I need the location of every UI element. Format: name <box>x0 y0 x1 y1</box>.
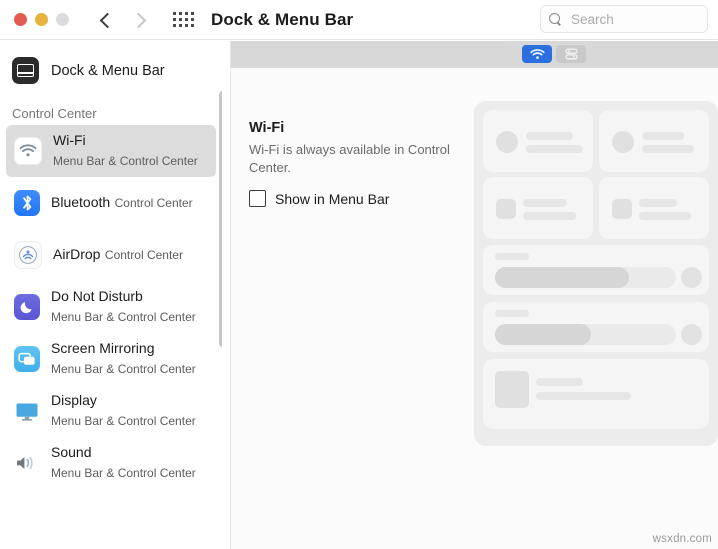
sidebar-header-label: Dock & Menu Bar <box>51 62 165 79</box>
sidebar-item-text: AirDrop Control Center <box>53 245 183 265</box>
sidebar-item-label: Wi-Fi <box>53 132 86 148</box>
preview-text-bar <box>639 199 677 207</box>
navigation-buttons <box>99 11 147 29</box>
preview-text-bar <box>639 212 691 220</box>
dock-menu-bar-icon <box>12 57 39 84</box>
show-in-menu-bar-label: Show in Menu Bar <box>275 190 390 207</box>
sidebar-item-sound[interactable]: Sound Menu Bar & Control Center <box>6 437 216 489</box>
sidebar-header: Dock & Menu Bar <box>0 41 222 84</box>
grid-icon[interactable] <box>173 11 194 28</box>
sidebar-item-sublabel: Control Center <box>104 248 183 262</box>
preview-text-bar <box>536 378 583 386</box>
sidebar-item-text: Wi-Fi Menu Bar & Control Center <box>53 131 216 171</box>
sidebar-scrollbar[interactable] <box>219 91 222 347</box>
sidebar-item-do-not-disturb[interactable]: Do Not Disturb Menu Bar & Control Center <box>6 281 216 333</box>
menu-bar-control-center-chip[interactable] <box>556 45 586 63</box>
back-chevron-icon[interactable] <box>99 11 115 29</box>
sidebar: Dock & Menu Bar Control Center Wi-Fi Men… <box>0 41 222 549</box>
search-input[interactable] <box>569 10 693 28</box>
sidebar-item-text: Do Not Disturb Menu Bar & Control Center <box>51 287 216 327</box>
preview-slider-fill <box>495 324 591 345</box>
sidebar-item-text: Display Menu Bar & Control Center <box>51 391 216 431</box>
zoom-button[interactable] <box>56 13 69 26</box>
sidebar-item-sublabel: Menu Bar & Control Center <box>53 154 198 168</box>
sidebar-item-sublabel: Menu Bar & Control Center <box>51 414 196 428</box>
preview-avatar <box>496 131 518 153</box>
preview-text-bar <box>495 310 529 317</box>
preview-text-bar <box>642 145 694 153</box>
preview-slider-fill <box>495 267 629 288</box>
display-icon <box>14 398 40 424</box>
sidebar-item-label: Sound <box>51 444 92 460</box>
minimize-button[interactable] <box>35 13 48 26</box>
preview-text-bar <box>523 212 576 220</box>
main-panel: Wi-Fi Wi-Fi is always available in Contr… <box>231 41 718 549</box>
sidebar-item-text: Sound Menu Bar & Control Center <box>51 443 216 483</box>
sidebar-item-text: Screen Mirroring Menu Bar & Control Cent… <box>51 339 216 379</box>
sidebar-item-label: Do Not Disturb <box>51 288 143 304</box>
preview-text-bar <box>536 392 631 400</box>
moon-icon <box>14 294 40 320</box>
preview-thumbnail <box>496 199 516 219</box>
preview-slider-knob[interactable] <box>681 324 702 345</box>
forward-chevron-icon[interactable] <box>131 11 147 29</box>
sidebar-item-sublabel: Menu Bar & Control Center <box>51 466 196 480</box>
sidebar-item-sublabel: Control Center <box>114 196 193 210</box>
sidebar-item-text: Bluetooth Control Center <box>51 193 193 213</box>
preview-text-bar <box>523 199 567 207</box>
sidebar-item-bluetooth[interactable]: Bluetooth Control Center <box>6 177 216 229</box>
screen-mirroring-icon <box>14 346 40 372</box>
show-in-menu-bar-checkbox[interactable] <box>249 190 266 207</box>
menu-bar-preview-items <box>522 45 586 63</box>
preview-text-bar <box>526 132 573 140</box>
watermark: wsxdn.com <box>652 533 712 545</box>
sidebar-item-display[interactable]: Display Menu Bar & Control Center <box>6 385 216 437</box>
page-title: Dock & Menu Bar <box>211 9 354 29</box>
menu-bar-wifi-chip[interactable] <box>522 45 552 63</box>
wifi-icon <box>14 137 42 165</box>
sidebar-item-wi-fi[interactable]: Wi-Fi Menu Bar & Control Center <box>6 125 216 177</box>
pane-description: Wi-Fi is always available in Control Cen… <box>249 142 450 175</box>
sidebar-item-label: Screen Mirroring <box>51 340 155 356</box>
preview-avatar <box>612 131 634 153</box>
sidebar-item-label: Bluetooth <box>51 194 111 210</box>
sidebar-item-label: AirDrop <box>53 246 101 262</box>
control-center-preview <box>474 101 718 446</box>
preview-text-bar <box>495 253 529 260</box>
sidebar-item-airdrop[interactable]: AirDrop Control Center <box>6 229 216 281</box>
sidebar-item-sublabel: Menu Bar & Control Center <box>51 362 196 376</box>
bluetooth-icon <box>14 190 40 216</box>
sound-icon <box>14 450 40 476</box>
preview-thumbnail <box>612 199 632 219</box>
close-button[interactable] <box>14 13 27 26</box>
preview-text-bar <box>642 132 684 140</box>
preview-media-thumbnail <box>495 371 529 408</box>
search-icon <box>549 12 562 26</box>
show-in-menu-bar-row[interactable]: Show in Menu Bar <box>249 190 389 207</box>
search-field[interactable] <box>540 5 708 33</box>
traffic-lights <box>14 13 69 26</box>
preview-text-bar <box>526 145 583 153</box>
title-bar: Dock & Menu Bar <box>0 0 718 40</box>
sidebar-item-screen-mirroring[interactable]: Screen Mirroring Menu Bar & Control Cent… <box>6 333 216 385</box>
pane-title: Wi-Fi <box>249 120 285 136</box>
menu-bar-preview-strip <box>231 41 718 68</box>
panel-body: Wi-Fi Wi-Fi is always available in Contr… <box>231 68 718 549</box>
sidebar-item-sublabel: Menu Bar & Control Center <box>51 310 196 324</box>
preview-slider-knob[interactable] <box>681 267 702 288</box>
system-preferences-window: Dock & Menu Bar Dock & Menu Bar Control … <box>0 0 718 549</box>
sidebar-group-label: Control Center <box>12 106 97 121</box>
airdrop-icon <box>14 241 42 269</box>
sidebar-item-label: Display <box>51 392 97 408</box>
